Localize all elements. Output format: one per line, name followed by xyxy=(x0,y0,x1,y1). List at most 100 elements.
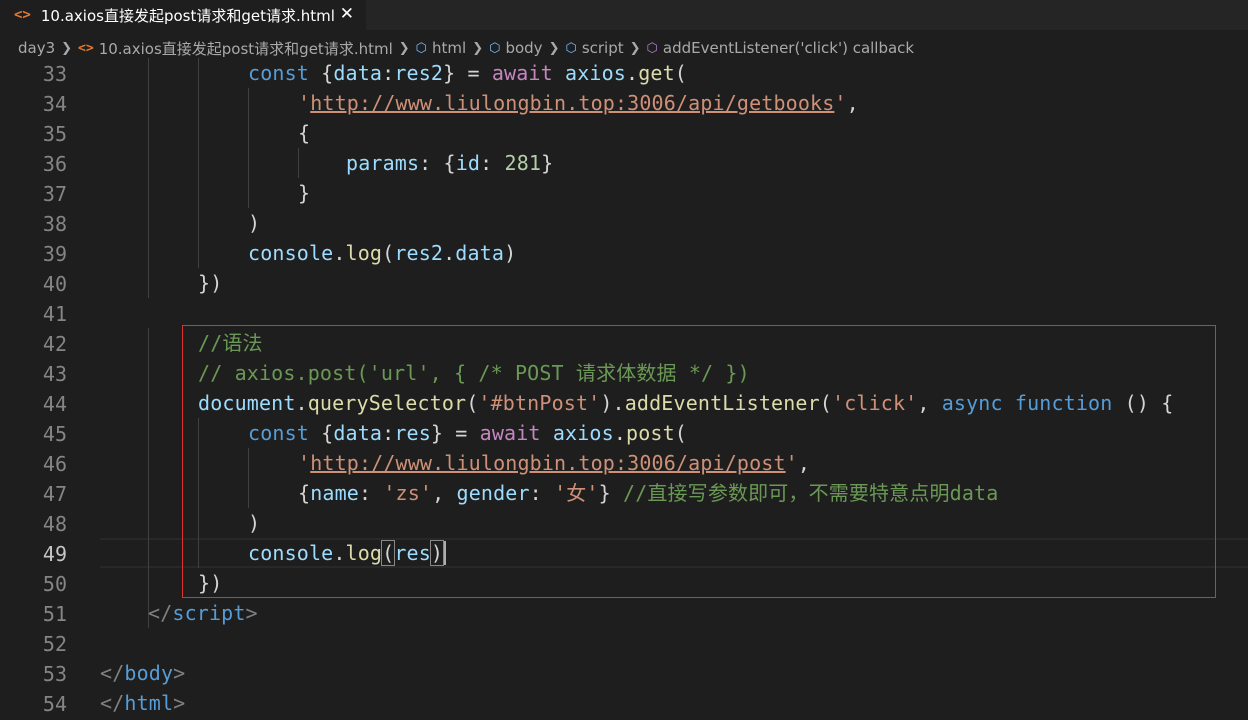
code-token: addEventListener xyxy=(624,391,820,415)
line-number: 53 xyxy=(42,662,67,686)
indent-guide xyxy=(198,508,199,538)
code-token: ( xyxy=(819,391,832,415)
indent-guide xyxy=(148,448,149,478)
code-token: </ xyxy=(100,691,125,715)
code-token: ) xyxy=(504,241,517,265)
code-token: } = xyxy=(443,61,492,85)
code-text: // axios.post('url', { /* POST 请求体数据 */ … xyxy=(198,358,750,388)
indent-guide xyxy=(198,118,199,148)
code-line[interactable]: 34 'http://www.liulongbin.top:3006/api/ge… xyxy=(0,88,1248,118)
line-number: 43 xyxy=(42,362,67,386)
breadcrumb-html[interactable]: ⬡ html xyxy=(416,39,467,57)
code-token: await xyxy=(479,421,541,445)
code-token: . xyxy=(333,541,346,565)
breadcrumb-body-label: body xyxy=(505,39,543,57)
code-token: html xyxy=(124,691,174,715)
code-line[interactable]: 53 </body> xyxy=(0,658,1248,688)
code-line[interactable]: 36 params: {id: 281} xyxy=(0,148,1248,178)
code-line[interactable]: 49 console.log(res) xyxy=(0,538,1248,568)
method-cube-icon: ⬡ xyxy=(646,40,658,56)
code-token: await xyxy=(491,61,553,85)
code-line[interactable]: 33 const {data:res2} = await axios.get( xyxy=(0,58,1248,88)
breadcrumb-script-label: script xyxy=(581,39,624,57)
chevron-right-icon: ❯ xyxy=(398,40,410,56)
code-line[interactable]: 48) xyxy=(0,508,1248,538)
code-line[interactable]: 37} xyxy=(0,178,1248,208)
code-line[interactable]: 42 //语法 xyxy=(0,328,1248,358)
chevron-right-icon: ❯ xyxy=(548,40,560,56)
line-number: 34 xyxy=(42,92,67,116)
code-line[interactable]: 50}) xyxy=(0,568,1248,598)
indent-guide xyxy=(148,538,149,568)
code-token: , xyxy=(797,451,811,475)
code-line[interactable]: 54 </html> xyxy=(0,688,1248,718)
editor-tab[interactable]: <> 10.axios直接发起post请求和get请求.html ✕ xyxy=(0,0,366,30)
close-icon[interactable]: ✕ xyxy=(340,4,354,24)
code-token: : xyxy=(529,481,555,505)
indent-guide xyxy=(148,388,149,418)
code-line[interactable]: 35 { xyxy=(0,118,1248,148)
indent-guide xyxy=(198,418,199,448)
code-text: ) xyxy=(248,508,260,538)
element-cube-icon: ⬡ xyxy=(565,40,577,56)
line-number: 37 xyxy=(42,182,67,206)
indent-guide xyxy=(148,418,149,448)
code-token: { xyxy=(298,121,311,145)
code-token: : { xyxy=(419,151,456,175)
code-text: 'http://www.liulongbin.top:3006/api/getb… xyxy=(298,88,859,118)
line-number: 36 xyxy=(42,152,67,176)
indent-guide xyxy=(198,478,199,508)
code-line[interactable]: 51 </script> xyxy=(0,598,1248,628)
indent-guide xyxy=(198,148,199,178)
indent-guide xyxy=(248,178,249,208)
code-token: console xyxy=(248,241,334,265)
code-token: { xyxy=(308,421,334,445)
html-file-icon: <> xyxy=(14,7,31,23)
breadcrumb-script[interactable]: ⬡ script xyxy=(565,39,623,57)
element-cube-icon: ⬡ xyxy=(415,40,428,56)
breadcrumb-file[interactable]: <> 10.axios直接发起post请求和get请求.html xyxy=(78,38,393,59)
code-token: console xyxy=(248,541,334,565)
code-token: data xyxy=(333,61,383,85)
code-line[interactable]: 38) xyxy=(0,208,1248,238)
breadcrumb-folder[interactable]: day3 xyxy=(18,39,55,57)
code-token: { xyxy=(308,61,334,85)
code-token: }) xyxy=(198,271,223,295)
text-cursor xyxy=(444,541,446,565)
indent-guide xyxy=(148,118,149,148)
code-line[interactable]: 44 document.querySelector('#btnPost').add… xyxy=(0,388,1248,418)
code-line[interactable]: 43 // axios.post('url', { /* POST 请求体数据 *… xyxy=(0,358,1248,388)
code-token: const xyxy=(248,61,309,85)
code-token: '#btnPost' xyxy=(478,391,601,415)
code-token: res2 xyxy=(394,241,444,265)
indent-guide xyxy=(198,58,199,88)
code-token: ' xyxy=(298,91,311,115)
code-token: params xyxy=(346,151,420,175)
breadcrumb: day3 ❯ <> 10.axios直接发起post请求和get请求.html ❯… xyxy=(0,36,1248,60)
indent-guide xyxy=(148,328,149,358)
code-token: () { xyxy=(1112,391,1174,415)
code-token: : xyxy=(480,151,505,175)
tab-bar: <> 10.axios直接发起post请求和get请求.html ✕ xyxy=(0,0,1248,30)
code-line[interactable]: 45 const {data:res} = await axios.post( xyxy=(0,418,1248,448)
indent-guide xyxy=(148,358,149,388)
code-token: } xyxy=(598,481,623,505)
code-line[interactable]: 39 console.log(res2.data) xyxy=(0,238,1248,268)
breadcrumb-body[interactable]: ⬡ body xyxy=(489,39,542,57)
code-text: </html> xyxy=(100,688,185,718)
line-number: 50 xyxy=(42,572,67,596)
code-line[interactable]: 47 {name: 'zs', gender: '女'} //直接写参数即可，不需… xyxy=(0,478,1248,508)
code-editor[interactable]: 33 const {data:res2} = await axios.get(34… xyxy=(0,58,1248,720)
code-token: res xyxy=(394,421,431,445)
code-text: const {data:res} = await axios.post( xyxy=(248,418,687,448)
code-line[interactable]: 41 xyxy=(0,298,1248,328)
code-line[interactable]: 40}) xyxy=(0,268,1248,298)
breadcrumb-callback[interactable]: ⬡ addEventListener('click') callback xyxy=(647,39,915,57)
code-token: ). xyxy=(600,391,625,415)
code-token: //语法 xyxy=(198,331,263,355)
code-line[interactable]: 46 'http://www.liulongbin.top:3006/api/po… xyxy=(0,448,1248,478)
indent-guide xyxy=(198,178,199,208)
code-line[interactable]: 52 xyxy=(0,628,1248,658)
breadcrumb-html-label: html xyxy=(432,39,467,57)
